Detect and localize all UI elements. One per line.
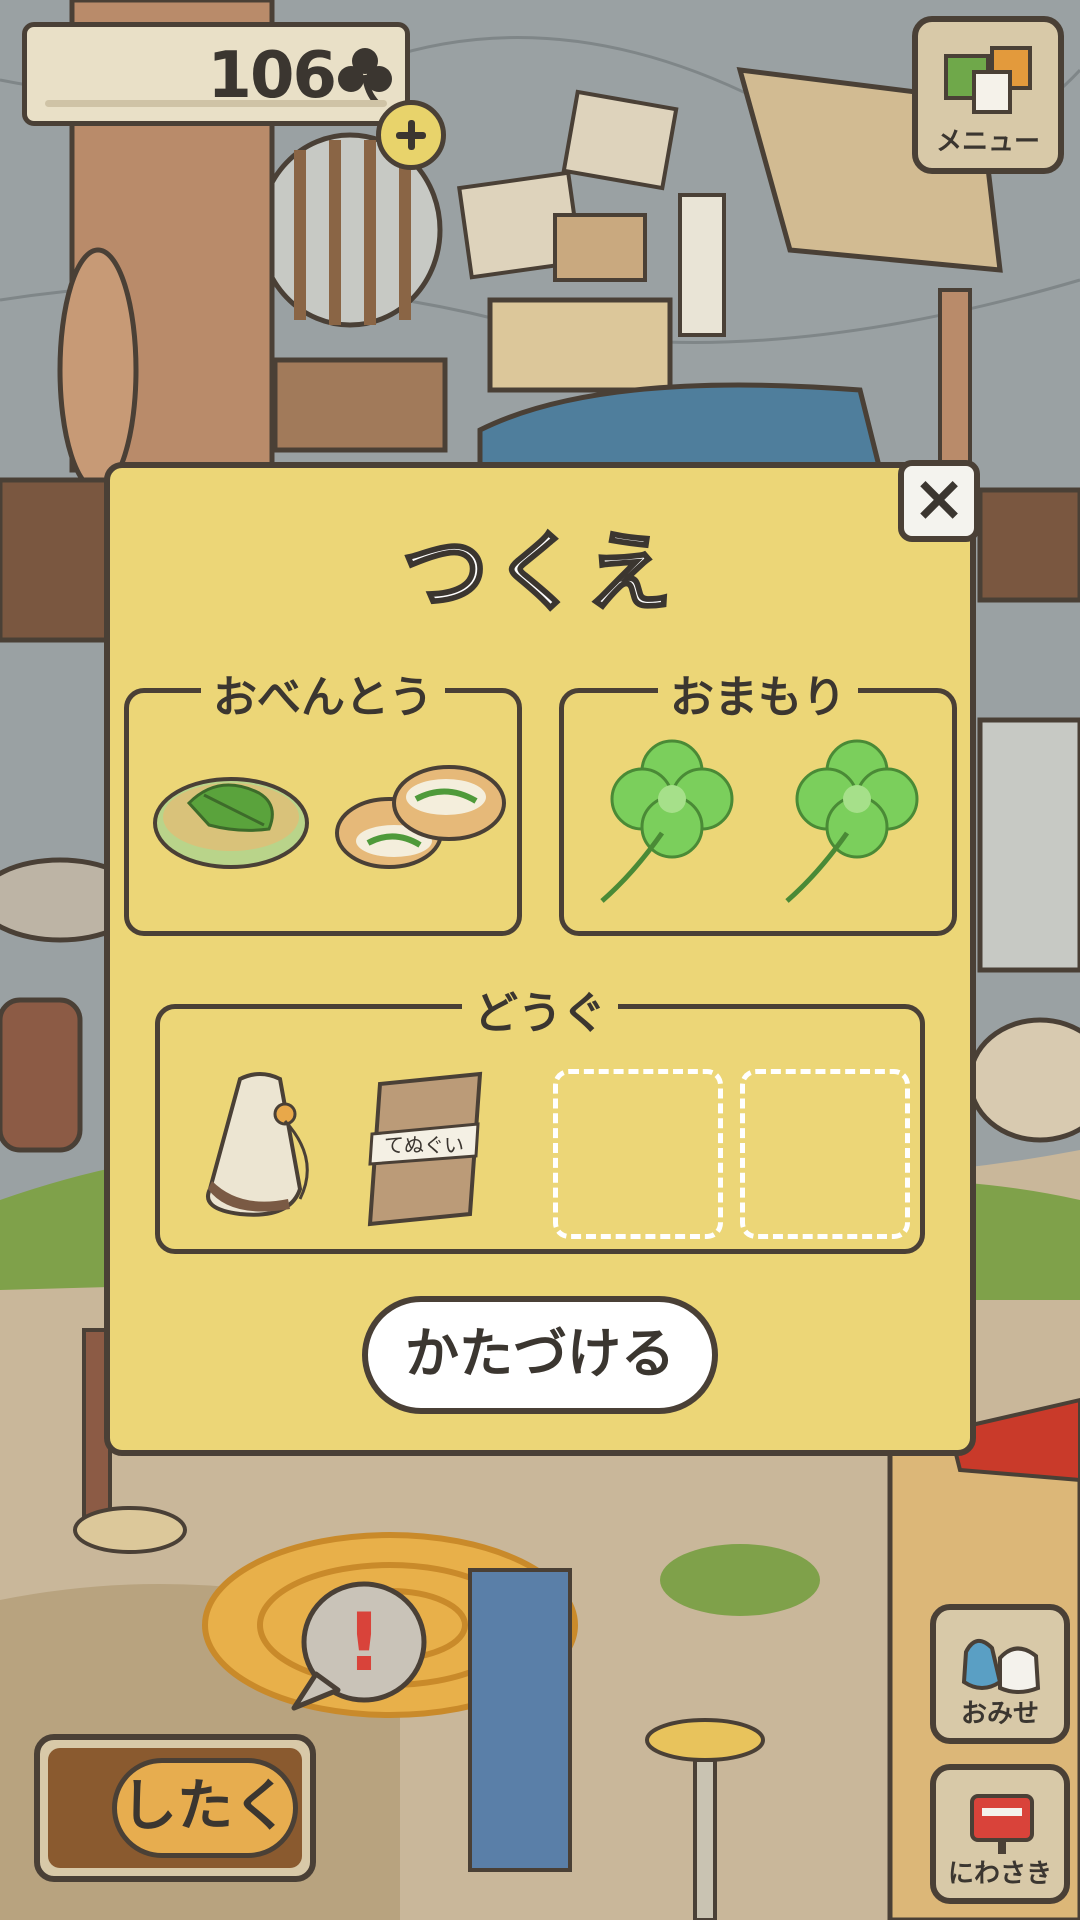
menu-label: メニュー [935,127,1040,157]
garden-button[interactable]: にわさき [930,1764,1070,1904]
shop-button[interactable]: おみせ [930,1604,1070,1744]
four-leaf-clover-item[interactable] [594,733,744,913]
add-clover-button[interactable] [376,100,446,170]
shop-label: おみせ [960,1699,1039,1729]
alert-symbol: ! [346,1596,382,1689]
menu-button[interactable]: メニュー [912,16,1064,174]
tenugui-towel-item[interactable]: てぬぐい [350,1064,500,1234]
dialog-title: つくえ [401,522,678,625]
drawstring-bottle-item[interactable] [180,1049,340,1229]
tenugui-label: てぬぐい [384,1133,464,1157]
green-pancake-item[interactable] [149,733,319,883]
tidy-up-button[interactable]: かたづける [362,1296,718,1414]
empty-tool-slot[interactable] [740,1069,910,1239]
clover-icon [338,48,392,105]
four-leaf-clover-item[interactable] [779,733,929,913]
garden-label: にわさき [947,1859,1052,1889]
bread-sandwich-item[interactable] [334,733,509,883]
lunch-section-label: おべんとう [201,672,445,723]
tools-section-label: どうぐ [462,988,618,1039]
shop-bags-icon [961,1639,1041,1694]
prepare-button[interactable]: したく [34,1734,316,1882]
prepare-label: したく [112,1758,298,1858]
empty-tool-slot[interactable] [553,1069,723,1239]
lunch-section: おべんとう [124,672,522,936]
mailbox-icon [970,1794,1034,1854]
counter-underline [45,100,387,107]
charm-section-label: おまもり [658,672,858,723]
alert-bubble-icon[interactable]: ! [286,1578,428,1718]
charm-section: おまもり [559,672,957,936]
clover-counter: 106 [22,22,410,126]
tools-section: どうぐ てぬぐい [155,988,925,1254]
menu-cards-icon [944,46,1032,114]
